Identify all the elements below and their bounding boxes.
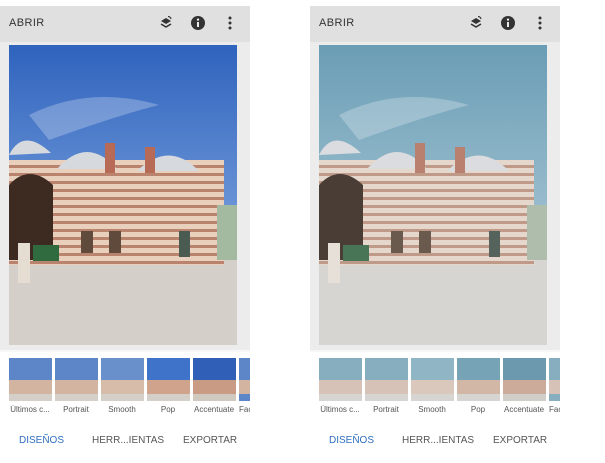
look-thumbnail[interactable] xyxy=(319,358,362,401)
look-label: Fac xyxy=(239,405,250,414)
look-thumbnail[interactable] xyxy=(549,358,560,401)
editor-screen-filtered: ABRIR Últimos c... Portrait Smooth Pop A… xyxy=(310,6,560,463)
look-label: Portrait xyxy=(63,405,89,414)
tab-export[interactable]: EXPORTAR xyxy=(493,435,547,446)
info-icon[interactable] xyxy=(500,15,516,31)
look-label: Accentuate xyxy=(193,405,235,414)
looks-strip: Últimos c... Portrait Smooth Pop Accentu… xyxy=(0,352,250,420)
bottom-navigation: DISEÑOS HERR...IENTAS EXPORTAR xyxy=(310,420,560,463)
more-vert-icon[interactable] xyxy=(532,15,548,31)
look-thumbnail[interactable] xyxy=(411,358,454,401)
look-thumbnail[interactable] xyxy=(55,358,98,401)
open-button[interactable]: ABRIR xyxy=(9,17,45,29)
look-label: Últimos c... xyxy=(320,405,360,414)
top-app-bar: ABRIR xyxy=(0,6,250,42)
mosque-photo xyxy=(9,45,237,345)
look-label: Smooth xyxy=(108,405,136,414)
look-thumbnail[interactable] xyxy=(9,358,52,401)
mosque-photo xyxy=(319,45,547,345)
bottom-navigation: DISEÑOS HERR...IENTAS EXPORTAR xyxy=(0,420,250,463)
look-thumbnail[interactable] xyxy=(147,358,190,401)
tab-export[interactable]: EXPORTAR xyxy=(183,435,237,446)
look-thumbnail[interactable] xyxy=(365,358,408,401)
look-label: Últimos c... xyxy=(10,405,50,414)
more-vert-icon[interactable] xyxy=(222,15,238,31)
tab-looks[interactable]: DISEÑOS xyxy=(19,435,64,446)
open-button[interactable]: ABRIR xyxy=(319,17,355,29)
look-label: Smooth xyxy=(418,405,446,414)
look-label: Portrait xyxy=(373,405,399,414)
look-thumbnail[interactable] xyxy=(503,358,546,401)
top-app-bar: ABRIR xyxy=(310,6,560,42)
look-label: Fac xyxy=(549,405,560,414)
tab-looks[interactable]: DISEÑOS xyxy=(329,435,374,446)
photo-canvas[interactable] xyxy=(0,42,250,350)
tab-tools[interactable]: HERR...IENTAS xyxy=(402,435,474,446)
tab-tools[interactable]: HERR...IENTAS xyxy=(92,435,164,446)
look-thumbnail[interactable] xyxy=(457,358,500,401)
editor-screen-original: ABRIR Últimos c... Portrait Smooth Pop A… xyxy=(0,6,250,463)
photo-canvas[interactable] xyxy=(310,42,560,350)
look-label: Accentuate xyxy=(503,405,545,414)
look-thumbnail[interactable] xyxy=(239,358,250,401)
layers-icon[interactable] xyxy=(158,15,174,31)
look-thumbnail[interactable] xyxy=(101,358,144,401)
looks-strip: Últimos c... Portrait Smooth Pop Accentu… xyxy=(310,352,560,420)
layers-icon[interactable] xyxy=(468,15,484,31)
look-thumbnail[interactable] xyxy=(193,358,236,401)
info-icon[interactable] xyxy=(190,15,206,31)
look-label: Pop xyxy=(160,405,176,414)
look-label: Pop xyxy=(470,405,486,414)
